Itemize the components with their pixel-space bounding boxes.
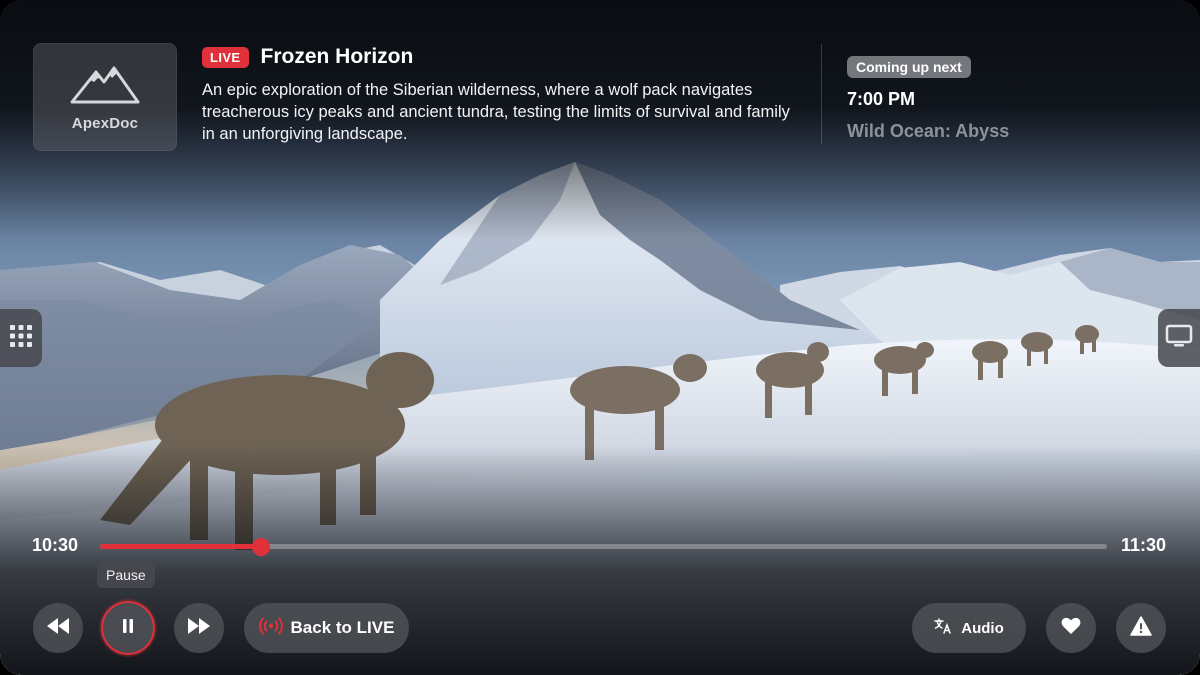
fast-forward-button[interactable] (174, 603, 224, 653)
favorite-button[interactable] (1046, 603, 1096, 653)
tv-guide-button[interactable] (1158, 309, 1200, 367)
up-next-title: Wild Ocean: Abyss (847, 121, 1010, 141)
player-screen: ApexDoc LIVE Frozen Horizon An epic expl… (0, 0, 1200, 675)
progress-track[interactable] (100, 538, 1107, 556)
audio-label: Audio (961, 619, 1004, 637)
up-next-time: 7:00 PM (847, 89, 916, 109)
live-badge: LIVE (202, 46, 249, 68)
pause-icon (122, 618, 134, 638)
grid-icon (9, 324, 33, 353)
report-button[interactable] (1116, 603, 1166, 653)
mountain-icon (70, 62, 140, 109)
end-time: 11:30 (1120, 535, 1166, 555)
progress-fill (100, 544, 262, 549)
program-description: An epic exploration of the Siberian wild… (202, 81, 790, 143)
up-next-panel: Coming up next 7:00 PM Wild Ocean: Abyss (847, 56, 1009, 142)
translate-icon (934, 618, 952, 638)
rewind-button[interactable] (33, 603, 83, 653)
progress-handle[interactable] (252, 538, 271, 556)
rewind-icon (46, 617, 70, 639)
audio-button[interactable]: Audio (912, 603, 1026, 653)
broadcast-icon (258, 617, 283, 640)
channel-logo: ApexDoc (33, 43, 177, 151)
apps-grid-button[interactable] (0, 309, 42, 367)
program-title: Frozen Horizon (260, 45, 414, 68)
fast-forward-icon (187, 617, 211, 639)
heart-icon (1061, 617, 1081, 640)
program-info: LIVE Frozen Horizon An epic exploration … (202, 45, 792, 145)
start-time: 10:30 (32, 535, 79, 555)
pause-button[interactable] (101, 601, 155, 655)
back-to-live-button[interactable]: Back to LIVE (244, 603, 409, 653)
tv-icon (1165, 324, 1193, 353)
program-title-row: LIVE Frozen Horizon (202, 45, 792, 69)
up-next-label: Coming up next (847, 56, 971, 78)
header-divider (821, 44, 822, 144)
warning-icon (1130, 615, 1152, 641)
channel-name: ApexDoc (71, 115, 139, 132)
back-to-live-label: Back to LIVE (290, 618, 395, 637)
pause-tooltip: Pause (97, 562, 155, 588)
